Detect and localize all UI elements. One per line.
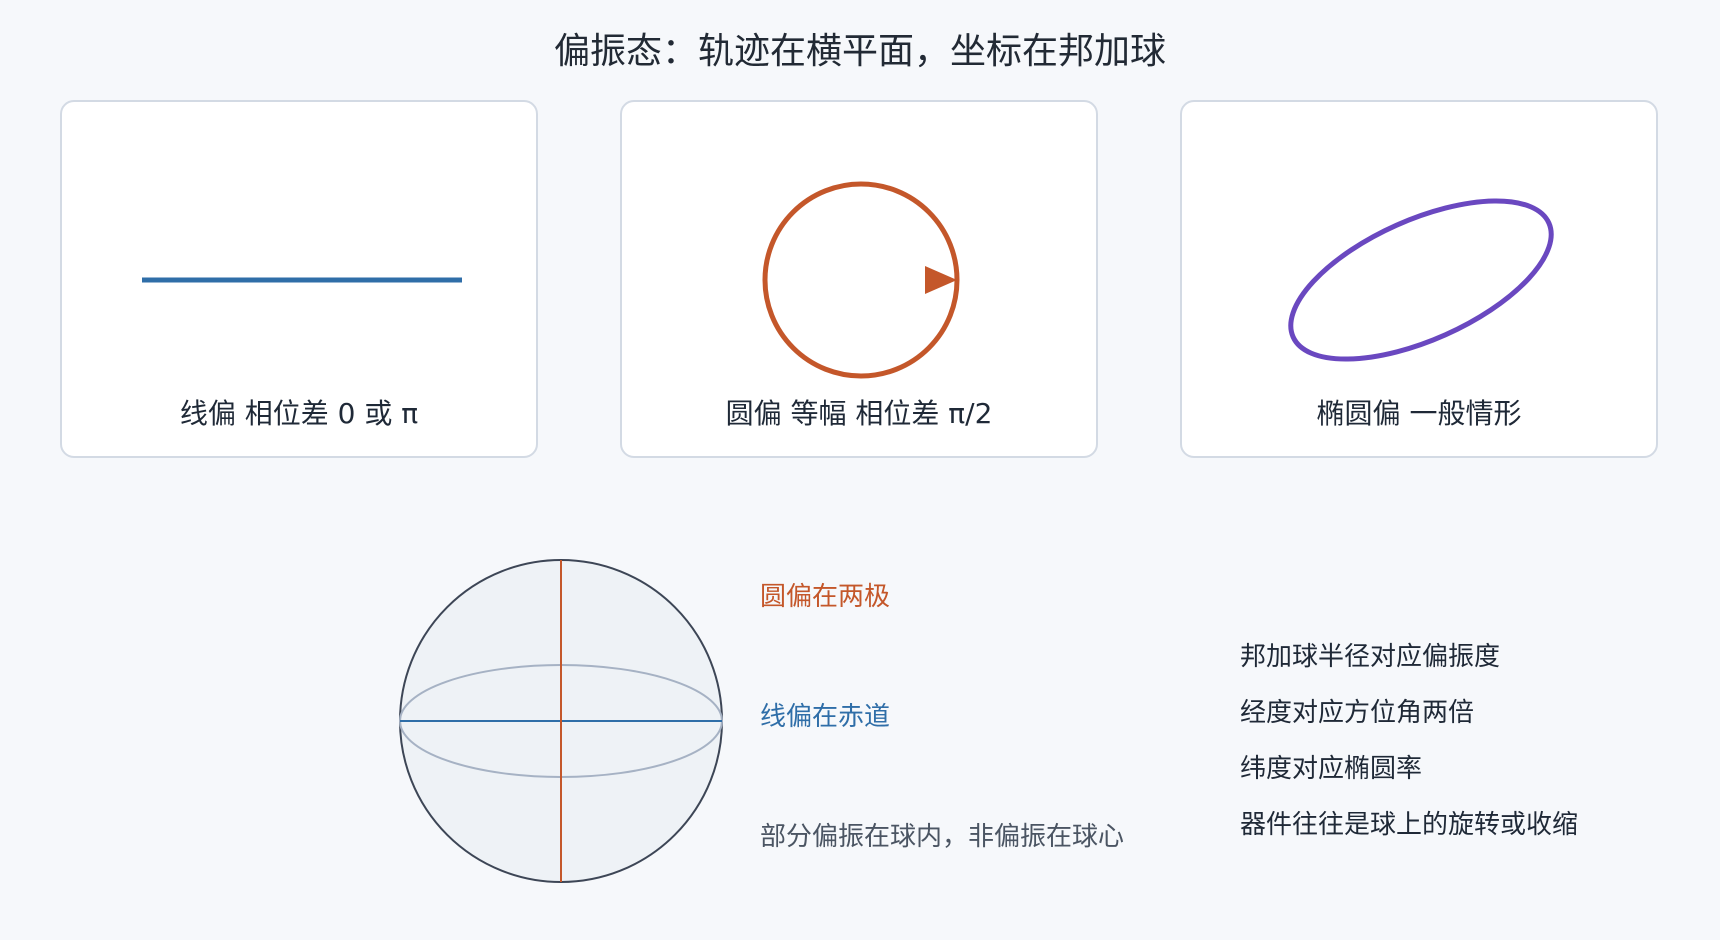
fact-devices: 器件往往是球上的旋转或收缩 bbox=[1240, 810, 1579, 840]
elliptical-trajectory bbox=[1288, 198, 1554, 362]
poles-label: 圆偏在两极 bbox=[760, 582, 891, 612]
poincare-sphere bbox=[396, 556, 726, 890]
circular-polarization-card: 圆偏 等幅 相位差 π/2 bbox=[620, 100, 1098, 458]
linear-polarization-card: 线偏 相位差 0 或 π bbox=[60, 100, 538, 458]
circular-polarization-label: 圆偏 等幅 相位差 π/2 bbox=[725, 397, 993, 430]
page-title: 偏振态：轨迹在横平面，坐标在邦加球 bbox=[553, 31, 1166, 72]
linear-polarization-label: 线偏 相位差 0 或 π bbox=[179, 397, 419, 430]
fact-longitude: 经度对应方位角两倍 bbox=[1240, 698, 1475, 728]
rotation-arrow-icon bbox=[925, 266, 957, 294]
interior-label: 部分偏振在球内，非偏振在球心 bbox=[760, 822, 1125, 852]
equator-label: 线偏在赤道 bbox=[760, 702, 891, 732]
fact-latitude: 纬度对应椭圆率 bbox=[1240, 754, 1423, 784]
poincare-sphere-diagram bbox=[399, 559, 723, 883]
fact-radius: 邦加球半径对应偏振度 bbox=[1240, 642, 1501, 672]
elliptical-polarization-label: 椭圆偏 一般情形 bbox=[1316, 397, 1522, 430]
elliptical-polarization-card: 椭圆偏 一般情形 bbox=[1180, 100, 1658, 458]
